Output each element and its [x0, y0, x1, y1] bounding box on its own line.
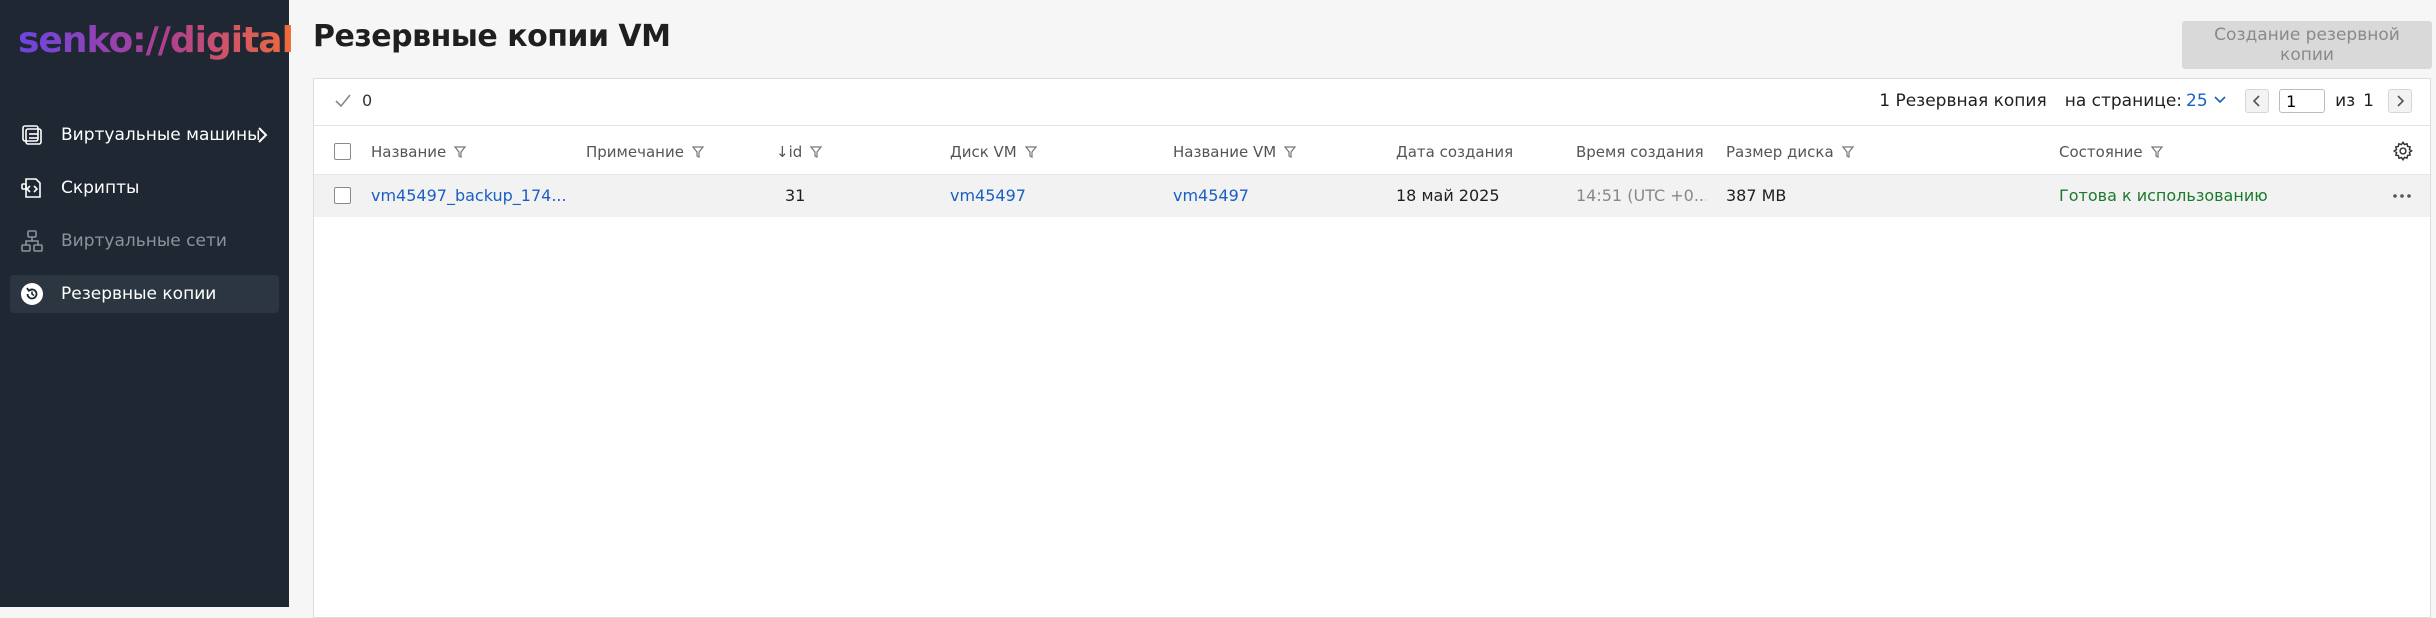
column-header-vm-disk[interactable]: Диск VM — [950, 143, 1037, 161]
sidebar-item-label: Скрипты — [61, 178, 140, 198]
brand-logo[interactable]: senko://digital — [18, 20, 294, 61]
created-date: 18 май 2025 — [1396, 186, 1500, 205]
chevron-down-icon — [2214, 96, 2226, 104]
gear-icon — [2392, 140, 2413, 162]
column-header-id[interactable]: ↓id — [776, 143, 823, 161]
pagination: 1 Резервная копия на странице: 25 из 1 — [1879, 89, 2412, 113]
backup-icon — [19, 281, 45, 307]
disk-size: 387 MB — [1726, 186, 1787, 205]
status-text: Готова к использованию — [2059, 186, 2268, 205]
filter-icon[interactable] — [810, 146, 823, 158]
selection-counter: 0 — [334, 91, 372, 110]
sidebar-item-backups[interactable]: Резервные копии — [10, 275, 279, 313]
vm-name-link[interactable]: vm45497 — [1173, 186, 1249, 205]
column-header-name[interactable]: Название — [371, 143, 467, 161]
filter-icon[interactable] — [1024, 146, 1037, 158]
check-icon — [335, 93, 351, 107]
chevron-right-icon — [253, 125, 271, 150]
filter-icon[interactable] — [691, 146, 704, 158]
network-icon — [19, 228, 45, 254]
backup-id: 31 — [785, 186, 806, 205]
filter-icon[interactable] — [454, 146, 467, 158]
backups-table-panel: 0 1 Резервная копия на странице: 25 из 1 — [313, 78, 2431, 618]
column-header-created-time[interactable]: Время создания — [1576, 143, 1704, 161]
prev-page-button[interactable] — [2245, 89, 2270, 113]
table-toolbar: 0 1 Резервная копия на странице: 25 из 1 — [314, 79, 2430, 126]
page-total: 1 — [2363, 91, 2374, 111]
more-horizontal-icon — [2393, 194, 2411, 198]
page-of-label: из — [2335, 91, 2356, 111]
filter-icon[interactable] — [2150, 146, 2163, 158]
per-page-label: на странице: — [2064, 91, 2183, 111]
select-all-checkbox[interactable] — [334, 143, 351, 160]
table-header: Название Примечание ↓id Диск VM Название… — [314, 127, 2430, 175]
table-row[interactable]: vm45497_backup_174... 31 vm45497 vm45497… — [314, 175, 2430, 217]
sidebar: senko://digital Виртуальные машины Скрип… — [0, 0, 294, 607]
selected-count: 0 — [362, 91, 373, 110]
backup-name-link[interactable]: vm45497_backup_174... — [371, 186, 567, 205]
virtual-machines-icon — [19, 122, 45, 148]
row-checkbox[interactable] — [334, 187, 351, 204]
sidebar-item-virtual-machines[interactable]: Виртуальные машины — [10, 116, 279, 154]
row-actions-button[interactable] — [2391, 186, 2413, 210]
sidebar-item-virtual-networks[interactable]: Виртуальные сети — [10, 222, 279, 260]
vm-disk-link[interactable]: vm45497 — [950, 186, 1026, 205]
chevron-right-icon — [2397, 95, 2405, 107]
page-title: Резервные копии VM — [313, 19, 671, 54]
per-page-value: 25 — [2186, 91, 2208, 111]
column-header-disk-size[interactable]: Размер диска — [1726, 143, 1854, 161]
column-header-status[interactable]: Состояние — [2059, 143, 2163, 161]
scripts-icon — [19, 175, 45, 201]
per-page-select[interactable]: 25 — [2186, 91, 2227, 111]
sidebar-item-scripts[interactable]: Скрипты — [10, 169, 279, 207]
sidebar-item-label: Виртуальные сети — [61, 231, 227, 251]
page-number-input[interactable] — [2279, 89, 2326, 113]
table-settings-button[interactable] — [2392, 140, 2414, 166]
chevron-left-icon — [2252, 95, 2260, 107]
column-header-created-date[interactable]: Дата создания — [1396, 143, 1513, 161]
next-page-button[interactable] — [2388, 89, 2412, 113]
sidebar-item-label: Резервные копии — [61, 284, 217, 304]
filter-icon[interactable] — [1841, 146, 1854, 158]
sidebar-item-label: Виртуальные машины — [61, 125, 261, 145]
filter-icon[interactable] — [1284, 146, 1297, 158]
create-backup-button[interactable]: Создание резервной копии — [2182, 21, 2432, 69]
column-header-note[interactable]: Примечание — [586, 143, 704, 161]
column-header-vm-name[interactable]: Название VM — [1173, 143, 1297, 161]
created-time: 14:51 (UTC +0... — [1576, 186, 1706, 205]
total-count: 1 Резервная копия — [1879, 91, 2047, 111]
